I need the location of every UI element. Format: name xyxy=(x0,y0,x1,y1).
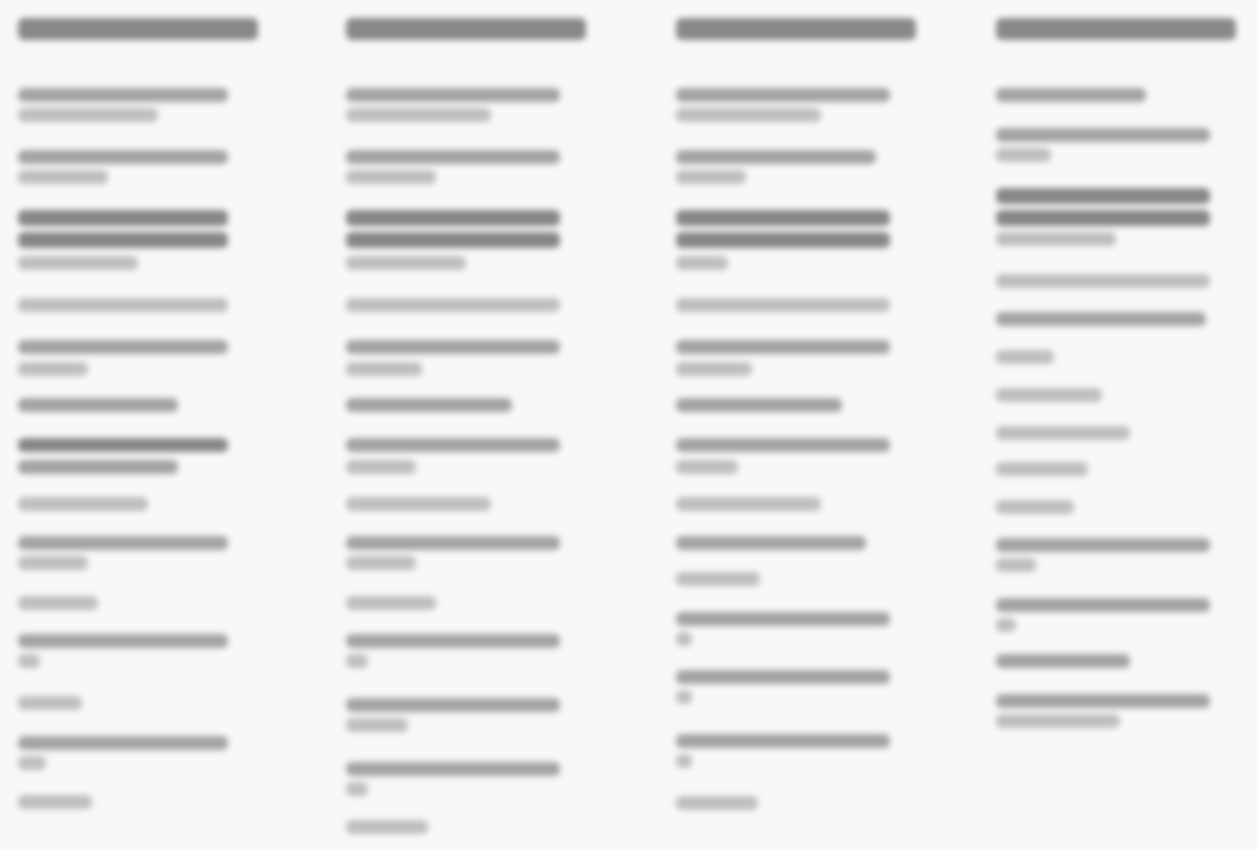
column-2 xyxy=(346,0,586,850)
column-3-heading xyxy=(676,18,916,40)
column-2-heading xyxy=(346,18,586,40)
column-3 xyxy=(676,0,916,850)
column-1 xyxy=(18,0,258,850)
column-2-heading-text xyxy=(346,18,347,19)
column-4-heading-text xyxy=(996,18,997,19)
column-1-heading-text xyxy=(18,18,19,19)
column-4-heading xyxy=(996,18,1236,40)
column-1-heading xyxy=(18,18,258,40)
blurred-document-page xyxy=(0,0,1257,850)
column-4 xyxy=(996,0,1236,850)
column-3-heading-text xyxy=(676,18,677,19)
